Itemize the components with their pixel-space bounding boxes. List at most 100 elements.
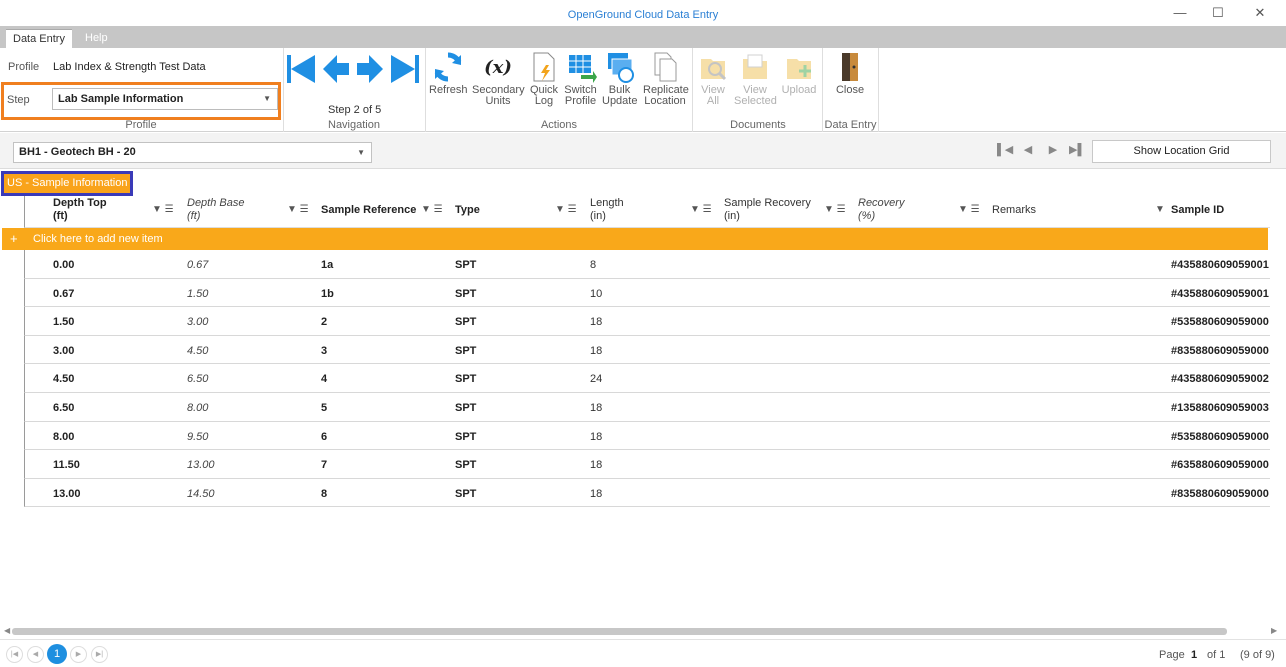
cell-sample-id[interactable]: #435880609059001	[1171, 288, 1269, 300]
header-sample-id[interactable]: Sample ID	[1171, 204, 1224, 217]
table-row[interactable]: 13.00 14.50 8 SPT 18 #835880609059000	[24, 478, 1270, 508]
table-row[interactable]: 11.50 13.00 7 SPT 18 #635880609059000	[24, 450, 1270, 479]
cell-type[interactable]: SPT	[455, 402, 476, 414]
cell-length[interactable]: 8	[590, 259, 596, 271]
cell-length[interactable]: 18	[590, 316, 602, 328]
table-row[interactable]: 6.50 8.00 5 SPT 18 #135880609059003	[24, 393, 1270, 422]
cell-type[interactable]: SPT	[455, 345, 476, 357]
cell-depth-base[interactable]: 3.00	[187, 316, 208, 328]
cell-depth-base[interactable]: 8.00	[187, 402, 208, 414]
step-select[interactable]: Lab Sample Information ▼	[52, 88, 278, 110]
cell-depth-top[interactable]: 1.50	[53, 316, 74, 328]
table-row[interactable]: 4.50 6.50 4 SPT 24 #435880609059002	[24, 364, 1270, 393]
cell-sample-ref[interactable]: 1a	[321, 259, 333, 271]
table-row[interactable]: 1.50 3.00 2 SPT 18 #535880609059000	[24, 307, 1270, 336]
cell-sample-ref[interactable]: 2	[321, 316, 327, 328]
cell-sample-ref[interactable]: 6	[321, 431, 327, 443]
page-number[interactable]: 1	[1191, 649, 1197, 661]
switch-profile-button[interactable]: Switch Profile	[563, 51, 598, 107]
secondary-units-button[interactable]: (x) Secondary Units	[472, 51, 525, 107]
tab-data-entry[interactable]: Data Entry	[6, 29, 72, 48]
last-location-icon[interactable]: ▶▌	[1069, 143, 1085, 156]
cell-depth-base[interactable]: 4.50	[187, 345, 208, 357]
view-all-button[interactable]: View All	[697, 51, 729, 107]
cell-depth-base[interactable]: 14.50	[187, 488, 215, 500]
close-button[interactable]: Close	[834, 51, 866, 96]
previous-page-icon[interactable]: ◀	[27, 646, 44, 663]
cell-sample-id[interactable]: #135880609059003	[1171, 402, 1269, 414]
cell-sample-ref[interactable]: 1b	[321, 288, 334, 300]
header-depth-base[interactable]: Depth Base (ft)	[187, 197, 244, 223]
next-step-icon[interactable]	[357, 55, 383, 83]
current-page-button[interactable]: 1	[47, 644, 67, 664]
header-sample-reference[interactable]: Sample Reference	[321, 204, 416, 217]
filter-sort-icons[interactable]: ▼ ☰	[958, 204, 980, 215]
show-location-grid-button[interactable]: Show Location Grid	[1092, 140, 1271, 163]
cell-type[interactable]: SPT	[455, 288, 476, 300]
scroll-right-icon[interactable]: ▶	[1271, 626, 1277, 635]
cell-depth-base[interactable]: 6.50	[187, 373, 208, 385]
filter-sort-icons[interactable]: ▼ ☰	[152, 204, 174, 215]
previous-step-icon[interactable]	[323, 55, 349, 83]
tab-help[interactable]: Help	[78, 29, 115, 48]
cell-depth-top[interactable]: 4.50	[53, 373, 74, 385]
cell-type[interactable]: SPT	[455, 431, 476, 443]
cell-sample-id[interactable]: #535880609059000	[1171, 431, 1269, 443]
cell-sample-ref[interactable]: 4	[321, 373, 327, 385]
cell-sample-id[interactable]: #535880609059000	[1171, 316, 1269, 328]
cell-depth-top[interactable]: 0.67	[53, 288, 74, 300]
quick-log-button[interactable]: Quick Log	[528, 51, 560, 107]
cell-depth-top[interactable]: 13.00	[53, 488, 81, 500]
bulk-update-button[interactable]: Bulk Update	[602, 51, 637, 107]
view-selected-button[interactable]: View Selected	[734, 51, 777, 107]
cell-type[interactable]: SPT	[455, 459, 476, 471]
cell-depth-top[interactable]: 6.50	[53, 402, 74, 414]
table-row[interactable]: 8.00 9.50 6 SPT 18 #535880609059000	[24, 421, 1270, 451]
add-new-item-row[interactable]: + Click here to add new item	[2, 228, 1268, 250]
header-type[interactable]: Type	[455, 204, 480, 217]
cell-type[interactable]: SPT	[455, 316, 476, 328]
cell-sample-ref[interactable]: 5	[321, 402, 327, 414]
header-recovery[interactable]: Recovery (%)	[858, 197, 904, 223]
filter-sort-icons[interactable]: ▼ ☰	[824, 204, 846, 215]
cell-sample-ref[interactable]: 3	[321, 345, 327, 357]
cell-type[interactable]: SPT	[455, 373, 476, 385]
header-depth-top[interactable]: Depth Top (ft)	[53, 197, 107, 223]
cell-length[interactable]: 10	[590, 288, 602, 300]
previous-location-icon[interactable]: ◀	[1021, 143, 1035, 156]
cell-length[interactable]: 18	[590, 488, 602, 500]
cell-type[interactable]: SPT	[455, 488, 476, 500]
filter-sort-icons[interactable]: ▼ ☰	[287, 204, 309, 215]
cell-depth-base[interactable]: 9.50	[187, 431, 208, 443]
next-location-icon[interactable]: ▶	[1046, 143, 1060, 156]
table-row[interactable]: 0.67 1.50 1b SPT 10 #435880609059001	[24, 278, 1270, 308]
cell-sample-ref[interactable]: 8	[321, 488, 327, 500]
cell-sample-id[interactable]: #635880609059000	[1171, 459, 1269, 471]
cell-depth-top[interactable]: 3.00	[53, 345, 74, 357]
next-page-icon[interactable]: ▶	[70, 646, 87, 663]
last-page-icon[interactable]: ▶|	[91, 646, 108, 663]
cell-sample-ref[interactable]: 7	[321, 459, 327, 471]
cell-length[interactable]: 18	[590, 345, 602, 357]
replicate-location-button[interactable]: Replicate Location	[643, 51, 689, 107]
cell-length[interactable]: 18	[590, 402, 602, 414]
cell-depth-base[interactable]: 13.00	[187, 459, 215, 471]
maximize-icon[interactable]: ☐	[1204, 4, 1232, 22]
filter-sort-icons[interactable]: ▼ ☰	[555, 204, 577, 215]
cell-length[interactable]: 18	[590, 431, 602, 443]
location-select[interactable]: BH1 - Geotech BH - 20 ▼	[13, 142, 372, 163]
cell-type[interactable]: SPT	[455, 259, 476, 271]
cell-length[interactable]: 18	[590, 459, 602, 471]
refresh-button[interactable]: Refresh	[429, 51, 468, 96]
last-step-icon[interactable]	[391, 55, 419, 83]
cell-sample-id[interactable]: #435880609059001	[1171, 259, 1269, 271]
cell-length[interactable]: 24	[590, 373, 602, 385]
cell-depth-base[interactable]: 1.50	[187, 288, 208, 300]
header-length[interactable]: Length (in)	[590, 197, 624, 223]
cell-depth-top[interactable]: 11.50	[53, 459, 80, 471]
header-remarks[interactable]: Remarks	[992, 204, 1036, 217]
close-window-icon[interactable]: ✕	[1246, 4, 1274, 22]
first-step-icon[interactable]	[287, 55, 315, 83]
horizontal-scrollbar[interactable]	[12, 628, 1227, 635]
cell-depth-base[interactable]: 0.67	[187, 259, 208, 271]
